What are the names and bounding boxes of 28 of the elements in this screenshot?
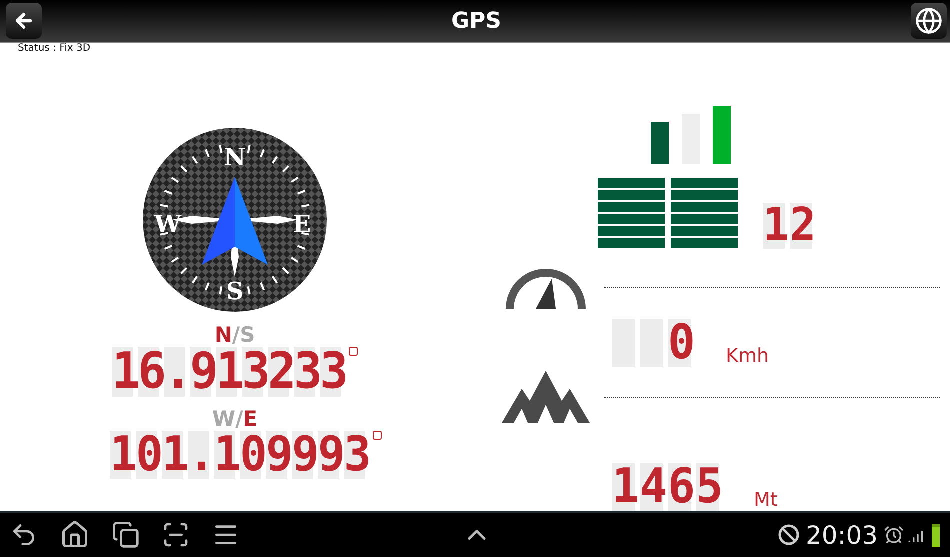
compass-letter: E xyxy=(292,210,312,238)
screen-title: GPS xyxy=(451,8,502,34)
compass-letter: W xyxy=(154,210,182,238)
battery-icon xyxy=(932,524,940,546)
satellite-count: 12 xyxy=(763,202,817,250)
speed-value: 0 xyxy=(668,318,696,368)
hemisphere-label: N/S xyxy=(214,323,256,347)
altitude-value: 1465 xyxy=(612,462,724,512)
gps-status: Status : Fix 3D xyxy=(18,43,91,54)
longitude-value: 101.109993 xyxy=(110,430,370,480)
altitude-unit: Mt xyxy=(754,489,778,511)
clock-time: 20:03 xyxy=(806,520,878,550)
degree-icon xyxy=(373,431,382,440)
latitude-value: 16.913233 xyxy=(112,346,346,398)
recent-apps-icon[interactable] xyxy=(112,521,140,549)
degree-icon xyxy=(349,347,358,356)
compass-letter: S xyxy=(226,276,244,306)
globe-icon xyxy=(915,7,943,35)
hemisphere-label: W/E xyxy=(212,407,258,431)
home-icon[interactable] xyxy=(60,520,90,550)
mountain-icon xyxy=(502,371,590,423)
screenshot-icon[interactable] xyxy=(162,521,190,549)
back-button[interactable] xyxy=(6,3,42,39)
compass-letter: N xyxy=(224,142,246,172)
alarm-icon xyxy=(884,525,904,545)
globe-button[interactable] xyxy=(911,3,947,39)
satellite-grid-icon xyxy=(598,178,738,249)
speed-unit: Kmh xyxy=(726,345,770,367)
